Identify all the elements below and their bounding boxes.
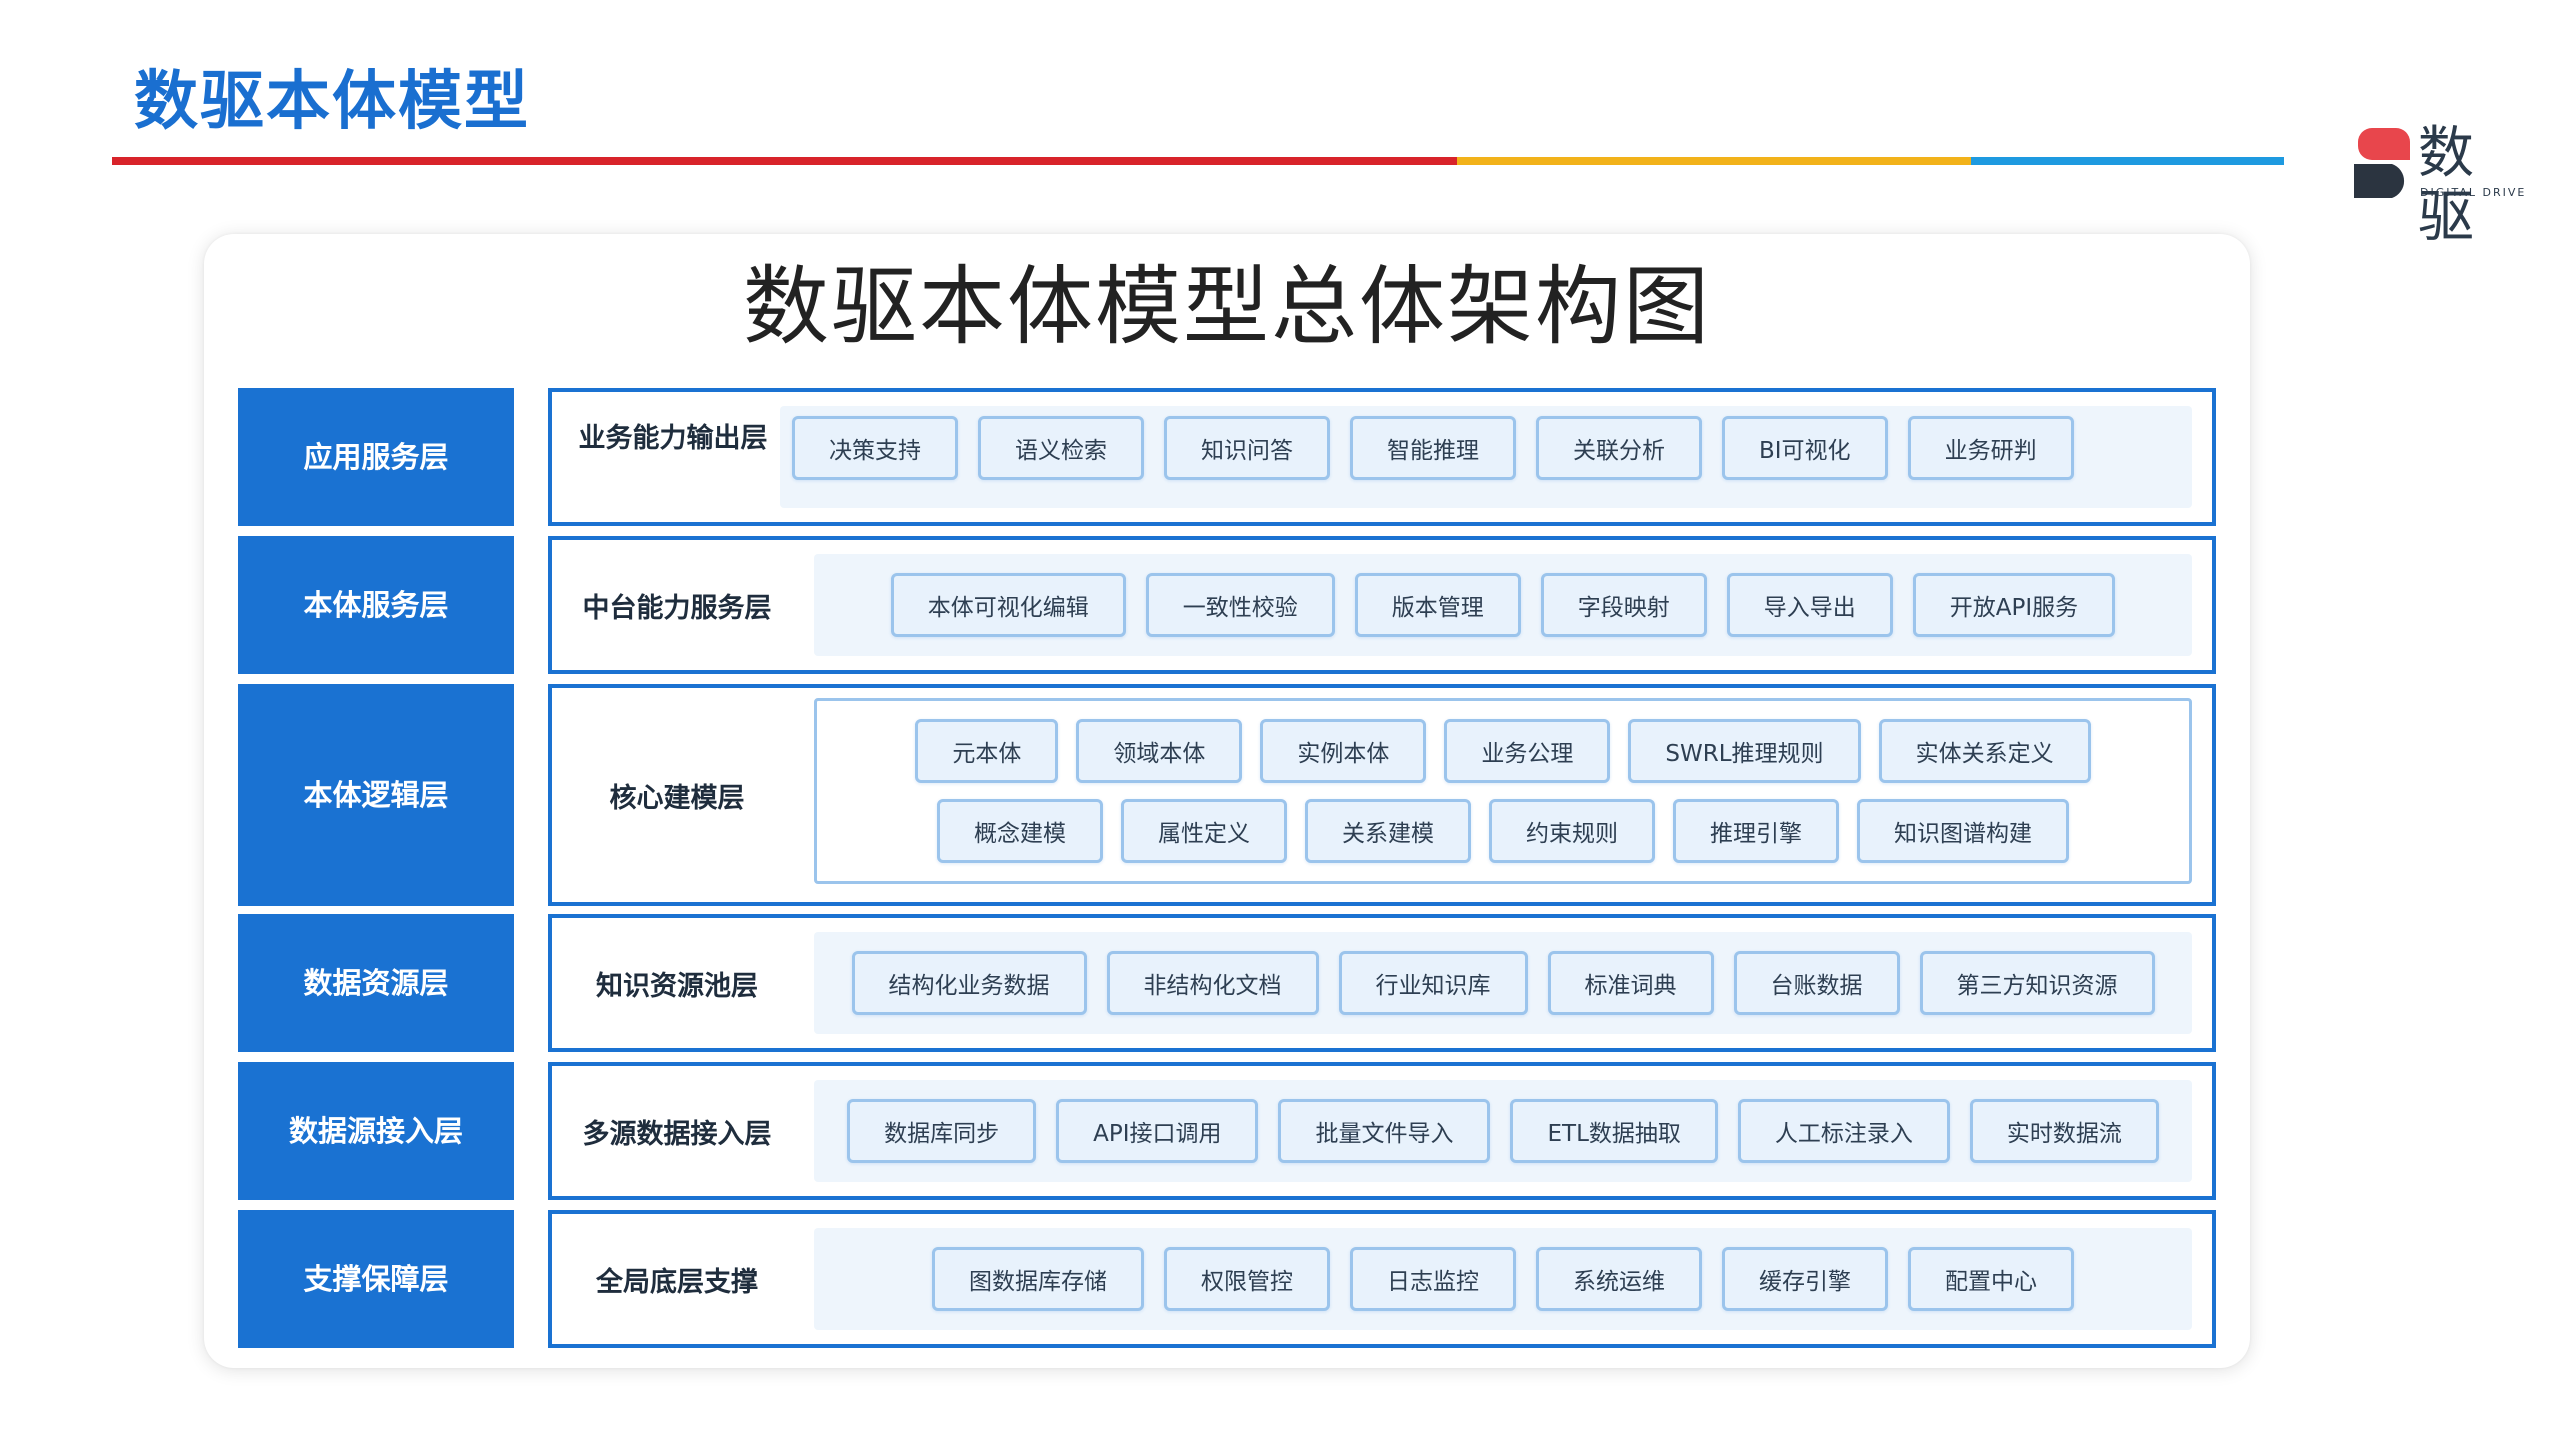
layer-body: 中台能力服务层 本体可视化编辑 一致性校验 版本管理 字段映射 导入导出 开放API服务 xyxy=(548,536,2216,674)
capability-tile: SWRL推理规则 xyxy=(1628,719,1861,783)
capability-tile: 结构化业务数据 xyxy=(851,951,1087,1015)
tile-area: 数据库同步 API接口调用 批量文件导入 ETL数据抽取 人工标注录入 实时数据流 xyxy=(814,1080,2192,1182)
capability-tile: ETL数据抽取 xyxy=(1510,1099,1718,1163)
layer-label: 应用服务层 xyxy=(238,388,514,526)
capability-tile: API接口调用 xyxy=(1056,1099,1259,1163)
layer-body: 核心建模层 元本体 领域本体 实例本体 业务公理 SWRL推理规则 实体关系定义概念建模 属性… xyxy=(548,684,2216,906)
capability-tile: 实体关系定义 xyxy=(1878,719,2091,783)
capability-tile: 数据库同步 xyxy=(847,1099,1037,1163)
capability-tile: 决策支持 xyxy=(792,416,958,480)
layer-body: 知识资源池层 结构化业务数据 非结构化文档 行业知识库 标准词典 台账数据 第三方知识资源 xyxy=(548,914,2216,1052)
layer-row: 本体服务层 中台能力服务层 本体可视化编辑 一致性校验 版本管理 字段映射 导入导出 开放AP… xyxy=(238,536,2216,674)
capability-tile: 实时数据流 xyxy=(1969,1099,2159,1163)
capability-tile: 权限管控 xyxy=(1164,1247,1330,1311)
capability-tile: 导入导出 xyxy=(1726,573,1893,637)
header-divider xyxy=(112,157,2284,165)
layer-body: 全局底层支撑 图数据库存储 权限管控 日志监控 系统运维 缓存引擎 配置中心 xyxy=(548,1210,2216,1348)
layer-label: 数据资源层 xyxy=(238,914,514,1052)
capability-tile: 缓存引擎 xyxy=(1722,1247,1888,1311)
capability-tile: 系统运维 xyxy=(1536,1247,1702,1311)
layer-label: 本体服务层 xyxy=(238,536,514,674)
layer-label: 本体逻辑层 xyxy=(238,684,514,906)
capability-tile: 推理引擎 xyxy=(1673,799,1839,863)
capability-tile: 语义检索 xyxy=(978,416,1144,480)
capability-tile: 约束规则 xyxy=(1489,799,1655,863)
capability-tile: 智能推理 xyxy=(1350,416,1516,480)
capability-tile: 标准词典 xyxy=(1547,951,1714,1015)
capability-tile: 图数据库存储 xyxy=(932,1247,1144,1311)
capability-tile: 关联分析 xyxy=(1536,416,1702,480)
capability-tile: 关系建模 xyxy=(1305,799,1471,863)
layer-label: 支撑保障层 xyxy=(238,1210,514,1348)
divider-red-segment xyxy=(112,157,1457,165)
tile-area: 结构化业务数据 非结构化文档 行业知识库 标准词典 台账数据 第三方知识资源 xyxy=(814,932,2192,1034)
capability-tile: 非结构化文档 xyxy=(1106,951,1319,1015)
layer-body: 业务能力输出层 决策支持 语义检索 知识问答 智能推理 关联分析 BI可视化 业务研判 xyxy=(548,388,2216,526)
capability-tile: 版本管理 xyxy=(1354,573,1521,637)
capability-tile: BI可视化 xyxy=(1722,416,1888,480)
capability-tile: 台账数据 xyxy=(1733,951,1900,1015)
layer-body: 多源数据接入层 数据库同步 API接口调用 批量文件导入 ETL数据抽取 人工标注录入 实时… xyxy=(548,1062,2216,1200)
capability-tile: 批量文件导入 xyxy=(1278,1099,1491,1163)
layer-row: 数据源接入层 多源数据接入层 数据库同步 API接口调用 批量文件导入 ETL数据抽取 人工… xyxy=(238,1062,2216,1200)
capability-tile: 开放API服务 xyxy=(1912,573,2116,637)
capability-tile: 配置中心 xyxy=(1908,1247,2074,1311)
capability-tile: 实例本体 xyxy=(1260,719,1427,783)
layer-row: 本体逻辑层 核心建模层 元本体 领域本体 实例本体 业务公理 SWRL推理规则 实体关系定义概… xyxy=(238,684,2216,906)
digital-drive-logo-mark-icon xyxy=(2354,128,2410,198)
page-title: 数驱本体模型 xyxy=(134,65,530,139)
sublayer-title: 全局底层支撑 xyxy=(596,1266,758,1298)
capability-tile: 人工标注录入 xyxy=(1737,1099,1950,1163)
architecture-card: 数驱本体模型总体架构图 应用服务层 业务能力输出层 决策支持 语义检索 知识问答 智能推理… xyxy=(204,234,2250,1368)
layer-label: 数据源接入层 xyxy=(238,1062,514,1200)
tile-area: 元本体 领域本体 实例本体 业务公理 SWRL推理规则 实体关系定义概念建模 属性定义 关系建… xyxy=(814,698,2192,884)
capability-tile: 第三方知识资源 xyxy=(1919,951,2155,1015)
capability-tile: 一致性校验 xyxy=(1145,573,1335,637)
tile-area: 图数据库存储 权限管控 日志监控 系统运维 缓存引擎 配置中心 xyxy=(814,1228,2192,1330)
layer-row: 支撑保障层 全局底层支撑 图数据库存储 权限管控 日志监控 系统运维 缓存引擎 配置中心 xyxy=(238,1210,2216,1348)
tile-area: 本体可视化编辑 一致性校验 版本管理 字段映射 导入导出 开放API服务 xyxy=(814,554,2192,656)
capability-tile: 知识问答 xyxy=(1164,416,1330,480)
divider-blue-segment xyxy=(1971,157,2284,165)
capability-tile: 知识图谱构建 xyxy=(1857,799,2069,863)
capability-tile: 概念建模 xyxy=(937,799,1103,863)
sublayer-title: 多源数据接入层 xyxy=(582,1118,772,1150)
logo-subtitle: DIGITAL DRIVE xyxy=(2420,186,2527,199)
capability-tile: 领域本体 xyxy=(1076,719,1243,783)
diagram-title: 数驱本体模型总体架构图 xyxy=(743,257,1711,357)
sublayer-title: 业务能力输出层 xyxy=(578,423,768,454)
sublayer-title: 中台能力服务层 xyxy=(582,592,772,624)
tile-area: 决策支持 语义检索 知识问答 智能推理 关联分析 BI可视化 业务研判 xyxy=(780,406,2192,508)
sublayer-title: 知识资源池层 xyxy=(596,970,758,1002)
layer-row: 数据资源层 知识资源池层 结构化业务数据 非结构化文档 行业知识库 标准词典 台账数据 第三方… xyxy=(238,914,2216,1052)
capability-tile: 行业知识库 xyxy=(1338,951,1528,1015)
layer-row: 应用服务层 业务能力输出层 决策支持 语义检索 知识问答 智能推理 关联分析 BI可视化 业务研… xyxy=(238,388,2216,526)
capability-tile: 业务公理 xyxy=(1444,719,1611,783)
brand-logo: 数驱 DIGITAL DRIVE xyxy=(2352,122,2532,250)
capability-tile: 元本体 xyxy=(915,719,1059,783)
capability-tile: 属性定义 xyxy=(1121,799,1287,863)
capability-tile: 日志监控 xyxy=(1350,1247,1516,1311)
capability-tile: 本体可视化编辑 xyxy=(890,573,1126,637)
capability-tile: 业务研判 xyxy=(1907,416,2074,480)
sublayer-title: 核心建模层 xyxy=(609,782,745,814)
divider-yellow-segment xyxy=(1457,157,1971,165)
capability-tile: 字段映射 xyxy=(1540,573,1707,637)
